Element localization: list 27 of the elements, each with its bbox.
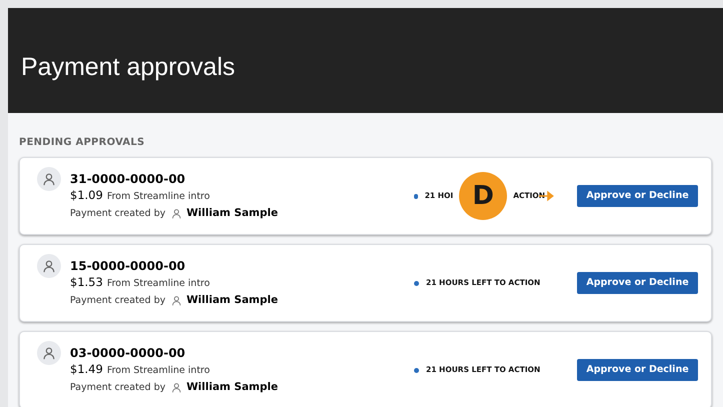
- approve-or-decline-button[interactable]: Approve or Decline: [577, 272, 698, 294]
- account-number: 31-0000-0000-00: [70, 170, 186, 186]
- approve-or-decline-button[interactable]: Approve or Decline: [577, 185, 698, 207]
- payment-amount: $1.09: [70, 186, 103, 204]
- person-icon: [171, 208, 182, 218]
- person-icon: [171, 294, 182, 306]
- page-title: Payment approvals: [21, 52, 236, 83]
- account-number: 03-0000-0000-00: [70, 344, 186, 360]
- approve-or-decline-button[interactable]: Approve or Decline: [577, 359, 698, 381]
- payment-amount: $1.49: [70, 360, 103, 378]
- account-number: 15-0000-0000-00: [70, 258, 186, 274]
- payment-amount: $1.53: [70, 274, 103, 290]
- person-icon: [42, 258, 56, 272]
- creator-name: William Sample: [186, 292, 278, 308]
- created-by-label: Payment created by: [70, 380, 166, 394]
- creator-name: William Sample: [186, 206, 278, 220]
- person-icon: [42, 346, 56, 360]
- payment-source: From Streamline intro: [106, 190, 210, 204]
- person-icon: [42, 172, 56, 186]
- callout-marker: D: [459, 172, 508, 220]
- payment-source: From Streamline intro: [106, 276, 210, 290]
- creator-name: William Sample: [186, 380, 278, 394]
- person-icon: [171, 382, 182, 392]
- created-by-label: Payment created by: [70, 294, 166, 308]
- created-by-label: Payment created by: [70, 206, 166, 220]
- payment-source: From Streamline intro: [106, 364, 210, 378]
- section-heading: PENDING APPROVALS: [19, 136, 146, 150]
